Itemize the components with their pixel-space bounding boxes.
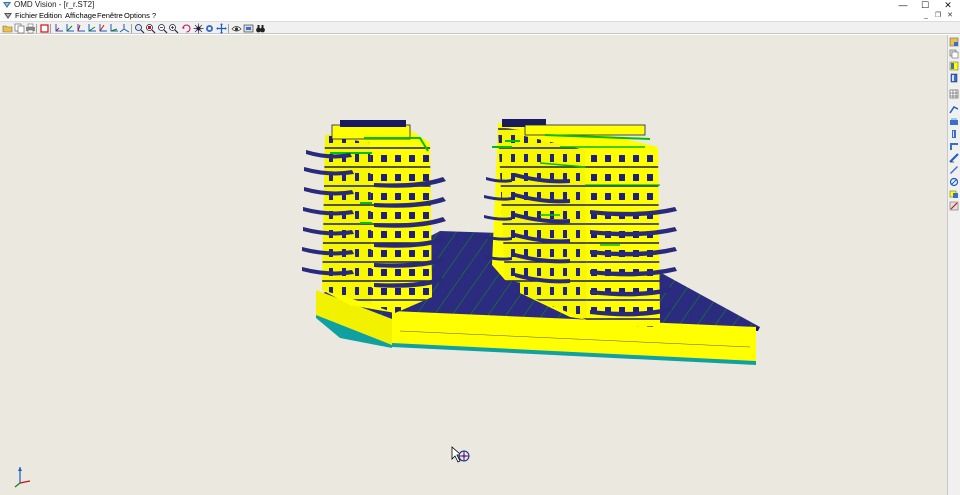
view-cube-icon[interactable] [949, 37, 959, 47]
axis-gizmo-icon [14, 467, 31, 488]
title-bar: OMD Vision - [r_r.ST2] — ☐ ✕ [0, 0, 960, 10]
print-icon[interactable] [25, 23, 36, 34]
zoom-previous-icon[interactable] [157, 23, 168, 34]
open-folder-icon[interactable] [2, 23, 13, 34]
right-toolbar [947, 35, 960, 495]
orbit-icon[interactable] [193, 23, 204, 34]
section-icon[interactable] [949, 73, 959, 83]
axis-x-icon[interactable] [64, 23, 75, 34]
stair-icon[interactable] [949, 153, 959, 163]
binoculars-icon[interactable] [243, 23, 254, 34]
app-logo-icon [3, 2, 11, 8]
menu-fenetre[interactable]: Fenêtre [97, 11, 123, 21]
toolbar-separator [36, 24, 37, 33]
slab-icon[interactable] [949, 117, 959, 127]
menu-edition[interactable]: Edition [39, 11, 62, 21]
eye-icon[interactable] [216, 23, 227, 34]
zoom-window-icon[interactable] [145, 23, 156, 34]
main-toolbar [0, 21, 960, 34]
roof-icon[interactable] [949, 165, 959, 175]
mdi-minimize-button[interactable]: _ [921, 11, 931, 21]
load-icon[interactable] [949, 189, 959, 199]
menu-help[interactable]: ? [152, 11, 156, 21]
zoom-all-icon[interactable] [168, 23, 179, 34]
left-tower[interactable] [302, 120, 446, 313]
window-title: OMD Vision - [r_r.ST2] [14, 0, 95, 9]
beam-icon[interactable] [949, 141, 959, 151]
minimize-button[interactable]: — [892, 0, 914, 10]
toolbar-separator [50, 24, 51, 33]
document-icon[interactable] [4, 12, 12, 20]
toolbar-separator [228, 24, 229, 33]
pan-icon[interactable] [204, 23, 215, 34]
3d-viewport[interactable] [0, 35, 947, 495]
column-icon[interactable] [949, 129, 959, 139]
render-icon[interactable] [231, 23, 242, 34]
app-window: OMD Vision - [r_r.ST2] — ☐ ✕ Fichier Edi… [0, 0, 960, 495]
toolbar-separator [131, 24, 132, 33]
axis-xy-icon[interactable] [86, 23, 97, 34]
axis-y-icon[interactable] [53, 23, 64, 34]
axis-yz-icon[interactable] [108, 23, 119, 34]
red-box-icon[interactable] [39, 23, 50, 34]
axis-z-icon[interactable] [75, 23, 86, 34]
copy-icon[interactable] [14, 23, 25, 34]
support-icon[interactable] [949, 201, 959, 211]
walk-icon[interactable] [255, 23, 266, 34]
building-model[interactable] [0, 35, 947, 495]
grid-icon[interactable] [949, 89, 959, 99]
menu-options[interactable]: Options [124, 11, 150, 21]
close-button[interactable]: ✕ [937, 0, 959, 10]
menu-bar: Fichier Edition Affichage Fenêtre Option… [0, 11, 960, 21]
rotate-icon[interactable] [181, 23, 192, 34]
maximize-button[interactable]: ☐ [914, 0, 936, 10]
pan-cursor-icon [451, 446, 470, 463]
mdi-close-button[interactable]: ✕ [945, 11, 955, 21]
axis-xz-icon[interactable] [97, 23, 108, 34]
axis-iso-icon[interactable] [119, 23, 130, 34]
menu-affichage[interactable]: Affichage [65, 11, 96, 21]
layers-icon[interactable] [949, 49, 959, 59]
filter-icon[interactable] [949, 61, 959, 71]
mdi-restore-button[interactable]: ❐ [933, 11, 943, 21]
opening-icon[interactable] [949, 177, 959, 187]
right-tower-front[interactable] [515, 124, 677, 327]
zoom-icon[interactable] [134, 23, 145, 34]
wall-icon[interactable] [949, 105, 959, 115]
menu-fichier[interactable]: Fichier [15, 11, 38, 21]
